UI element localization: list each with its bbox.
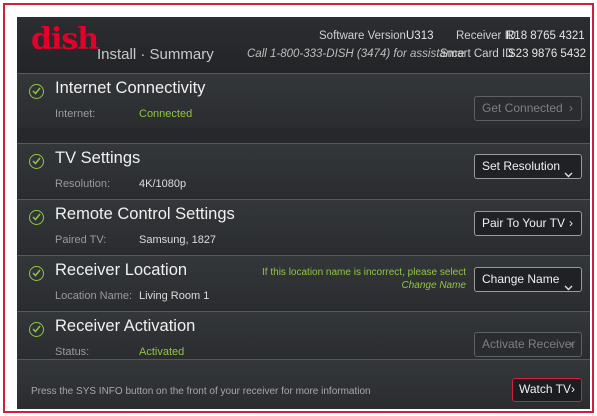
row-title: Receiver Activation <box>55 317 196 335</box>
row-label: Internet: <box>55 108 96 120</box>
button-label: Get Connected <box>482 101 563 115</box>
check-circle-icon <box>29 266 44 281</box>
check-circle-icon <box>29 154 44 169</box>
dish-logo: dish <box>31 22 99 57</box>
chevron-down-icon <box>564 163 573 186</box>
row-label: Paired TV: <box>55 234 107 246</box>
change-name-dropdown[interactable]: Change Name <box>474 267 582 292</box>
resolution-value: 4K/1080p <box>139 178 187 190</box>
footer: Press the SYS INFO button on the front o… <box>17 359 590 409</box>
button-label: Watch TV <box>519 382 572 396</box>
activate-receiver-button[interactable]: Activate Receiver › <box>474 332 582 357</box>
check-circle-icon <box>29 322 44 337</box>
check-circle-icon <box>29 210 44 225</box>
row-receiver-location: Receiver Location Location Name: Living … <box>17 255 590 310</box>
button-label: Activate Receiver <box>482 337 576 351</box>
row-title: Internet Connectivity <box>55 79 206 97</box>
chevron-right-icon: › <box>569 216 573 230</box>
button-label: Change Name <box>482 272 560 286</box>
chevron-right-icon: › <box>569 337 573 351</box>
row-title: TV Settings <box>55 149 141 167</box>
row-label: Resolution: <box>55 178 111 190</box>
change-name-link[interactable]: Change Name <box>262 279 466 292</box>
location-hint: If this location name is incorrect, plea… <box>262 266 466 292</box>
watch-tv-button[interactable]: Watch TV › <box>512 378 582 402</box>
row-internet-connectivity: Internet Connectivity Internet: Connecte… <box>17 73 590 128</box>
smart-card-label: Smart Card ID <box>440 48 514 60</box>
receiver-id-value: R18 8765 4321 <box>506 30 585 42</box>
row-title: Receiver Location <box>55 261 188 279</box>
row-label: Location Name: <box>55 290 133 302</box>
row-title: Remote Control Settings <box>55 205 235 223</box>
paired-tv-value: Samsung, 1827 <box>139 234 217 246</box>
set-resolution-dropdown[interactable]: Set Resolution <box>474 154 582 179</box>
row-label: Status: <box>55 346 90 358</box>
row-remote-control-settings: Remote Control Settings Paired TV: Samsu… <box>17 199 590 254</box>
row-receiver-activation: Receiver Activation Status: Activated Ac… <box>17 311 590 359</box>
check-circle-icon <box>29 84 44 99</box>
location-hint-text: If this location name is incorrect, plea… <box>262 267 466 278</box>
button-label: Pair To Your TV <box>482 216 565 230</box>
install-summary-screen: dish Install · Summary Software Version … <box>17 17 590 409</box>
button-label: Set Resolution <box>482 159 561 173</box>
chevron-right-icon: › <box>569 101 573 115</box>
row-tv-settings: TV Settings Resolution: 4K/1080p Set Res… <box>17 143 590 198</box>
internet-status-value: Connected <box>139 108 193 120</box>
page-title: Install · Summary <box>97 46 214 63</box>
get-connected-button[interactable]: Get Connected › <box>474 96 582 121</box>
chevron-right-icon: › <box>571 382 575 396</box>
header: dish Install · Summary Software Version … <box>17 17 590 73</box>
smart-card-value: S23 9876 5432 <box>508 48 587 60</box>
screenshot-frame: dish Install · Summary Software Version … <box>3 3 594 413</box>
assistance-text: Call 1-800-333-DISH (3474) for assistanc… <box>247 48 465 60</box>
pair-to-your-tv-button[interactable]: Pair To Your TV › <box>474 211 582 236</box>
activation-status-value: Activated <box>139 346 185 358</box>
software-version-value: U313 <box>406 30 434 42</box>
location-name-value: Living Room 1 <box>139 290 210 302</box>
software-version-label: Software Version <box>319 30 406 42</box>
chevron-down-icon <box>564 276 573 299</box>
sys-info-text: Press the SYS INFO button on the front o… <box>31 386 371 397</box>
